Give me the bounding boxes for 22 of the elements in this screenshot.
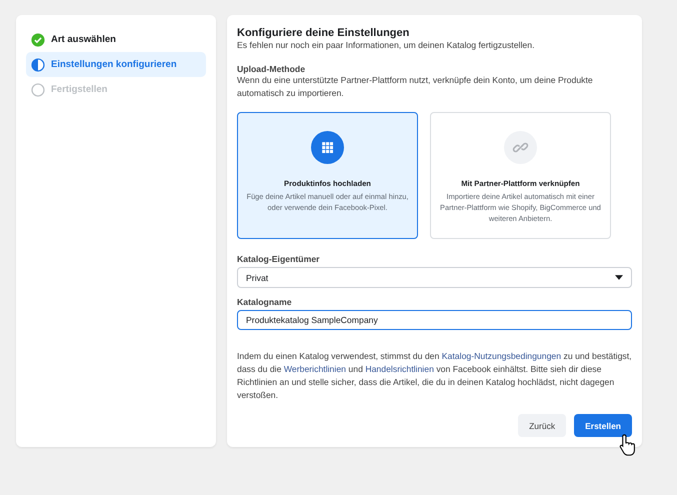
section-label: Upload-Methode <box>237 64 306 74</box>
check-circle-icon <box>31 32 45 46</box>
terms-paragraph: Indem du einen Katalog verwendest, stimmst du den Katalog-Nutzungsbedingungen zu und bestätigst, dass du die Werberichtlinien und Handelsrichtlinien von Facebook einhältst. Bitte sieh dir diese Richtlinien an und stelle sicher, dass die Artikel, die du in deinen Katalog hochlädst, nicht dagegen verstoßen. <box>237 350 632 402</box>
half-circle-icon <box>31 58 45 72</box>
section-description: Wenn du eine unterstützte Partner-Plattform nutzt, verknüpfe dein Konto, um deine Produkte automatisch zu importieren. <box>237 74 594 100</box>
terms-link[interactable]: Handelsrichtlinien <box>365 364 434 374</box>
terms-link[interactable]: Katalog-Nutzungsbedingungen <box>442 351 562 361</box>
circle-icon <box>31 82 45 96</box>
step-item[interactable]: Einstellungen konfigurieren <box>26 52 206 77</box>
owner-dropdown[interactable]: Privat <box>237 267 632 288</box>
step-item[interactable]: Art auswählen <box>26 27 206 52</box>
create-button[interactable]: Erstellen <box>574 414 632 437</box>
grid-icon <box>311 131 344 164</box>
field-label: Katalogname <box>237 297 293 308</box>
panel-subtitle: Es fehlen nur noch ein paar Informationen, um deinen Katalog fertigzustellen. <box>237 39 536 52</box>
field-label: Katalog-Eigentümer <box>237 254 321 264</box>
link-icon <box>504 131 537 164</box>
panel-title: Konfiguriere deine Einstellungen <box>237 27 410 39</box>
caret-icon <box>615 275 623 280</box>
name-input-field[interactable]: Produktekatalog SampleCompany <box>237 310 632 330</box>
back-button[interactable]: Zurück <box>518 414 566 437</box>
terms-link[interactable]: Werberichtlinien <box>284 364 346 374</box>
